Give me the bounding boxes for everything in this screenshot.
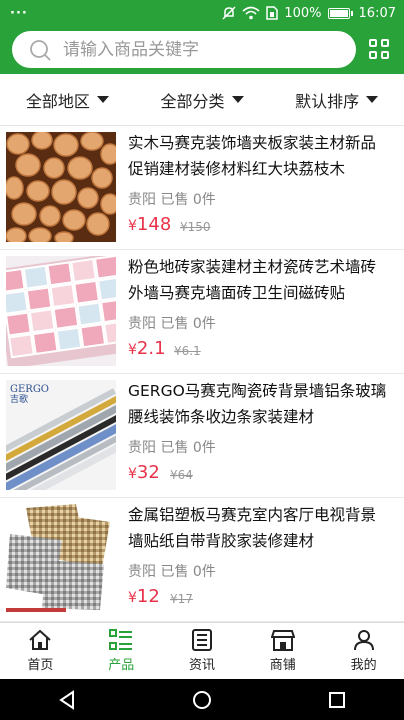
product-price: ¥148 <box>128 214 172 235</box>
list-item[interactable]: 粉色地砖家装建材主材瓷砖艺术墙砖外墙马赛克墙面砖卫生间磁砖贴 贵阳 已售 0件 … <box>0 250 404 374</box>
brand-logo-gergo: GERGO 吉歌 <box>10 384 50 405</box>
status-bar: ··· 100% 16:07 <box>0 0 404 26</box>
product-title: 金属铝塑板马赛克室内客厅电视背景墙贴纸自带背胶家装修建材 <box>128 506 377 550</box>
battery-icon <box>327 7 353 19</box>
user-icon <box>353 630 374 651</box>
home-circle-icon[interactable] <box>192 690 212 710</box>
home-icon <box>29 629 52 650</box>
tab-products[interactable]: 产品 <box>81 623 162 679</box>
system-nav-bar <box>0 679 404 720</box>
tab-shops[interactable]: 商铺 <box>242 623 323 679</box>
product-image-aluminum-strips: GERGO 吉歌 <box>6 380 116 490</box>
product-image-pink-mosaic <box>6 256 116 366</box>
product-meta: 贵阳 已售 0件 <box>128 316 216 332</box>
mute-icon <box>222 6 236 20</box>
product-meta: 贵阳 已售 0件 <box>128 564 216 580</box>
filter-sort[interactable]: 默认排序 <box>269 74 404 125</box>
sim-icon <box>266 6 279 20</box>
list-item[interactable]: GERGO 吉歌 GERGO马赛克陶瓷砖背景墙铝条玻璃腰线装饰条收边条家装建材 … <box>0 374 404 498</box>
product-image-wood-slices <box>6 132 116 242</box>
tab-news[interactable]: 资讯 <box>162 623 243 679</box>
product-image-metal-mosaic <box>6 504 116 614</box>
product-price: ¥32 <box>128 462 160 483</box>
shop-icon <box>270 630 295 651</box>
filter-category[interactable]: 全部分类 <box>135 74 270 125</box>
product-list: 实木马赛克装饰墙夹板家装主材新品促销建材装修材料红大块荔枝木 贵阳 已售 0件 … <box>0 126 404 622</box>
category-grid-button[interactable] <box>369 39 391 61</box>
list-item[interactable]: 实木马赛克装饰墙夹板家装主材新品促销建材装修材料红大块荔枝木 贵阳 已售 0件 … <box>0 126 404 250</box>
wifi-icon <box>242 6 260 20</box>
product-list-icon <box>109 629 133 650</box>
search-icon <box>29 39 51 61</box>
product-title: GERGO马赛克陶瓷砖背景墙铝条玻璃腰线装饰条收边条家装建材 <box>128 382 387 426</box>
caret-down-icon <box>231 96 244 103</box>
product-old-price: ¥17 <box>170 592 193 606</box>
product-old-price: ¥150 <box>180 220 211 234</box>
list-item[interactable]: 金属铝塑板马赛克室内客厅电视背景墙贴纸自带背胶家装修建材 贵阳 已售 0件 ¥1… <box>0 498 404 622</box>
filter-region[interactable]: 全部地区 <box>0 74 135 125</box>
search-box[interactable] <box>12 31 356 68</box>
caret-down-icon <box>366 96 379 103</box>
product-title: 粉色地砖家装建材主材瓷砖艺术墙砖外墙马赛克墙面砖卫生间磁砖贴 <box>128 258 377 302</box>
battery-percent: 100% <box>284 5 322 21</box>
product-old-price: ¥64 <box>170 468 193 482</box>
tab-mine[interactable]: 我的 <box>323 623 404 679</box>
filter-bar: 全部地区 全部分类 默认排序 <box>0 74 404 126</box>
recents-icon[interactable] <box>327 690 347 710</box>
product-old-price: ¥6.1 <box>174 344 201 358</box>
tab-home[interactable]: 首页 <box>0 623 81 679</box>
back-icon[interactable] <box>57 689 77 710</box>
search-header <box>0 26 404 74</box>
product-meta: 贵阳 已售 0件 <box>128 440 216 456</box>
search-input[interactable] <box>61 38 335 61</box>
notification-dots: ··· <box>10 5 28 21</box>
news-icon <box>191 629 212 651</box>
bottom-tab-bar: 首页 产品 资讯 商铺 我的 <box>0 622 404 679</box>
product-meta: 贵阳 已售 0件 <box>128 192 216 208</box>
product-price: ¥12 <box>128 586 160 607</box>
product-title: 实木马赛克装饰墙夹板家装主材新品促销建材装修材料红大块荔枝木 <box>128 134 377 178</box>
clock: 16:07 <box>358 5 396 21</box>
caret-down-icon <box>96 96 109 103</box>
product-price: ¥2.1 <box>128 338 166 359</box>
